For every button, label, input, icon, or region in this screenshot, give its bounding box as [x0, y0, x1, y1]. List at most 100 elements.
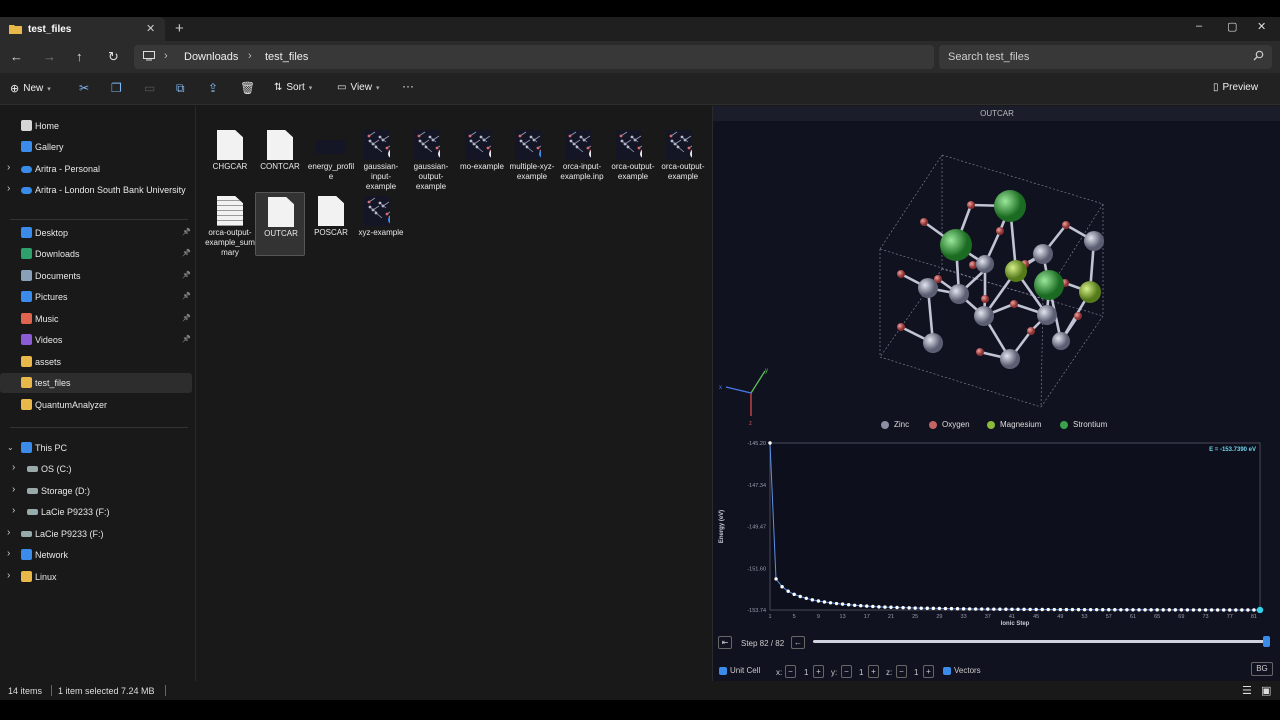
delete-icon[interactable]: 🗑	[240, 81, 255, 95]
y-decrement-button[interactable]: −	[841, 665, 852, 678]
file-item-contcar[interactable]: CONTCAR	[255, 126, 305, 190]
file-item-mo-example[interactable]: mo-example	[457, 126, 507, 190]
tiles-view-icon[interactable]: ▣	[1261, 684, 1271, 697]
maximize-icon[interactable]: ▢	[1227, 20, 1237, 33]
sidebar-item-home[interactable]: Home	[0, 116, 192, 136]
vectors-checkbox[interactable]	[943, 667, 951, 675]
sidebar-item-downloads[interactable]: Downloads 📌	[0, 244, 192, 264]
file-item-orca-output-example[interactable]: orca-output-example	[658, 126, 708, 190]
file-item-orca-output-example[interactable]: orca-output-example	[608, 126, 658, 190]
sidebar-item-this-pc[interactable]: ⌄ This PC	[0, 438, 192, 458]
copy-icon[interactable]: ❐	[111, 81, 122, 95]
sidebar-item-quantumanalyzer[interactable]: QuantumAnalyzer	[0, 395, 192, 415]
step-slider-thumb[interactable]	[1263, 636, 1270, 647]
chevron-down-icon: ▾	[375, 84, 380, 92]
tab-test-files[interactable]: test_files ✕	[0, 17, 165, 41]
sidebar-item-videos[interactable]: Videos 📌	[0, 330, 192, 350]
z-decrement-button[interactable]: −	[896, 665, 907, 678]
chevron-right-icon[interactable]: ›	[12, 505, 15, 516]
vectors-label: Vectors	[954, 666, 981, 675]
file-item-orca-output-example-summary[interactable]: orca-output-example_summary	[205, 192, 255, 257]
chevron-right-icon[interactable]: ›	[7, 527, 10, 538]
y-increment-button[interactable]: +	[868, 665, 879, 678]
sidebar-item-network[interactable]: › Network	[0, 545, 192, 565]
step-first-button[interactable]: ⇤	[718, 636, 732, 649]
sidebar-item-aritra-personal[interactable]: › Aritra - Personal	[0, 159, 192, 179]
x-increment-button[interactable]: +	[813, 665, 824, 678]
rename-icon[interactable]: ⧉	[176, 81, 185, 96]
chevron-down-icon[interactable]: ⌄	[7, 443, 14, 452]
sidebar-item-gallery[interactable]: Gallery	[0, 137, 192, 157]
back-icon[interactable]: ←	[10, 49, 23, 64]
file-thumbnail	[364, 196, 390, 226]
x-value[interactable]: 1	[804, 668, 808, 677]
forward-icon[interactable]: →	[43, 49, 56, 64]
share-icon[interactable]: ⇪	[208, 81, 218, 95]
new-tab-icon[interactable]: +	[175, 20, 184, 37]
chevron-right-icon[interactable]: ›	[7, 162, 10, 173]
chevron-right-icon[interactable]: ›	[12, 462, 15, 473]
file-item-chgcar[interactable]: CHGCAR	[205, 126, 255, 190]
paste-icon[interactable]: ▭	[144, 81, 155, 95]
file-item-outcar[interactable]: OUTCAR	[255, 192, 305, 256]
x-decrement-button[interactable]: −	[785, 665, 796, 678]
y-value[interactable]: 1	[859, 668, 863, 677]
unit-cell-checkbox[interactable]	[719, 667, 727, 675]
sidebar-item-linux[interactable]: › Linux	[0, 567, 192, 587]
refresh-icon[interactable]: ↻	[108, 49, 119, 65]
chevron-right-icon[interactable]: ›	[12, 484, 15, 495]
cut-icon[interactable]: ✂	[79, 81, 89, 95]
sidebar-item-label: Desktop	[35, 228, 69, 238]
sidebar-item-lacie-p9233-f[interactable]: › LaCie P9233 (F:)	[0, 524, 192, 544]
sidebar-item-label: This PC	[35, 443, 68, 453]
chevron-right-icon[interactable]: ›	[7, 570, 10, 581]
data-point	[810, 598, 815, 602]
minimize-icon[interactable]: –	[1196, 20, 1202, 32]
file-item-multiple-xyz-example[interactable]: multiple-xyz-example	[507, 126, 557, 190]
strontium-atom	[1034, 270, 1064, 300]
sidebar-item-os-c[interactable]: › OS (C:)	[0, 459, 192, 479]
x-axis-label: x	[719, 385, 722, 391]
videos-icon	[21, 334, 32, 345]
sidebar-item-test-files[interactable]: test_files	[0, 373, 192, 393]
sidebar-item-desktop[interactable]: Desktop 📌	[0, 223, 192, 243]
x-tick-label: 21	[888, 614, 894, 620]
details-view-icon[interactable]: ☰	[1242, 684, 1252, 697]
chevron-right-icon[interactable]: ›	[7, 183, 10, 194]
data-point	[1203, 608, 1208, 612]
data-point	[998, 607, 1002, 611]
sidebar-item-documents[interactable]: Documents 📌	[0, 266, 192, 286]
sidebar-item-assets[interactable]: assets	[0, 352, 192, 372]
molecule-viewer[interactable]: y z x	[713, 121, 1280, 431]
new-button[interactable]: ⊕ New ▾	[10, 82, 51, 95]
sidebar-item-storage-d[interactable]: › Storage (D:)	[0, 481, 192, 501]
file-item-energy-profile[interactable]: energy_profile	[306, 126, 356, 190]
up-icon[interactable]: ↑	[76, 49, 83, 64]
file-item-gaussian-output-example[interactable]: gaussian-output-example	[406, 126, 456, 191]
file-item-poscar[interactable]: POSCAR	[306, 192, 356, 256]
z-increment-button[interactable]: +	[923, 665, 934, 678]
address-bar[interactable]: › Downloads › test_files	[134, 45, 934, 69]
bg-button[interactable]: BG	[1251, 662, 1273, 676]
file-item-gaussian-input-example[interactable]: gaussian-input-example	[356, 126, 406, 191]
sidebar-item-music[interactable]: Music 📌	[0, 309, 192, 329]
preview-button[interactable]: ▯ Preview	[1213, 82, 1258, 93]
close-tab-icon[interactable]: ✕	[146, 22, 155, 35]
more-options-button[interactable]: ···	[402, 79, 414, 93]
breadcrumb-test-files[interactable]: test_files	[265, 51, 308, 63]
search-input[interactable]: Search test_files	[939, 45, 1272, 69]
step-slider-track[interactable]	[813, 640, 1269, 643]
file-item-orca-input-example-inp[interactable]: orca-input-example.inp	[557, 126, 607, 190]
breadcrumb-downloads[interactable]: Downloads	[184, 51, 238, 63]
close-window-icon[interactable]: ✕	[1257, 20, 1266, 33]
chevron-right-icon[interactable]: ›	[7, 548, 10, 559]
sidebar-item-lacie-p9233-f[interactable]: › LaCie P9233 (F:)	[0, 502, 192, 522]
file-item-xyz-example[interactable]: xyz-example	[356, 192, 406, 256]
sort-button[interactable]: ⇅ Sort ▾	[274, 82, 312, 93]
sidebar-item-aritra-london-south-bank-university[interactable]: › Aritra - London South Bank University	[0, 180, 192, 200]
view-button[interactable]: ▭ View ▾	[337, 82, 379, 93]
sidebar-item-label: Documents	[35, 271, 81, 281]
step-back-button[interactable]: ←	[791, 636, 805, 649]
z-value[interactable]: 1	[914, 668, 918, 677]
sidebar-item-pictures[interactable]: Pictures 📌	[0, 287, 192, 307]
